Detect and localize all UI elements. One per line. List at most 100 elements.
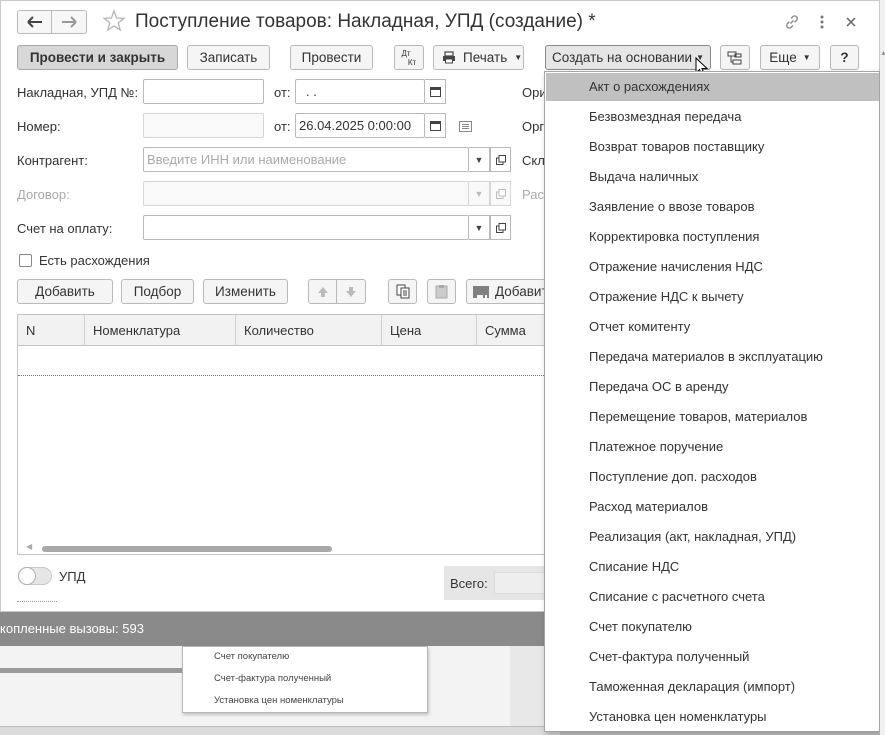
copy-button[interactable] bbox=[388, 279, 417, 304]
upd-toggle[interactable] bbox=[18, 567, 52, 585]
background-list: Счет покупателю Счет-фактура полученный … bbox=[182, 646, 428, 713]
comment-row-hint bbox=[17, 601, 57, 603]
menu-item[interactable]: Корректировка поступления bbox=[546, 223, 879, 251]
copy-icon bbox=[396, 284, 409, 299]
structure-button[interactable] bbox=[720, 45, 750, 70]
pick-button[interactable]: Подбор bbox=[121, 279, 194, 304]
close-icon bbox=[846, 17, 856, 27]
menu-item[interactable]: Списание НДС bbox=[546, 553, 879, 581]
menu-item[interactable]: Реализация (акт, накладная, УПД) bbox=[546, 523, 879, 551]
chevron-down-icon: ▼ bbox=[474, 154, 484, 165]
menu-item[interactable]: Перемещение товаров, материалов bbox=[546, 403, 879, 431]
forward-button[interactable] bbox=[52, 10, 87, 34]
print-button[interactable]: Печать ▼ bbox=[433, 45, 524, 70]
chevron-down-icon: ▼ bbox=[474, 188, 484, 199]
change-button[interactable]: Изменить bbox=[203, 279, 288, 304]
column-header-nomenclature[interactable]: Номенклатура bbox=[85, 315, 236, 346]
menu-item[interactable]: Расход материалов bbox=[546, 493, 879, 521]
barcode-icon bbox=[473, 285, 489, 298]
document-date-input[interactable]: 26.04.2025 0:00:00 bbox=[295, 113, 425, 138]
help-label: ? bbox=[840, 50, 849, 65]
dt-kt-button[interactable]: Дт Кт bbox=[394, 45, 424, 70]
menu-item[interactable]: Счет-фактура полученный bbox=[546, 643, 879, 671]
menu-item[interactable]: Установка цен номенклатуры bbox=[546, 703, 879, 731]
add-by-barcode-label: Добавит bbox=[495, 284, 548, 299]
menu-item[interactable]: Возврат товаров поставщику bbox=[546, 133, 879, 161]
more-button[interactable]: Еще ▼ bbox=[760, 45, 820, 70]
change-label: Изменить bbox=[215, 284, 276, 299]
paste-icon bbox=[435, 285, 447, 299]
move-down-button[interactable] bbox=[337, 279, 366, 304]
payment-invoice-input[interactable] bbox=[143, 215, 469, 240]
favorite-button[interactable] bbox=[102, 9, 126, 33]
save-button[interactable]: Записать bbox=[187, 45, 270, 70]
background-list-item: Установка цен номенклатуры bbox=[214, 695, 344, 706]
menu-item[interactable]: Таможенная декларация (импорт) bbox=[546, 673, 879, 701]
add-by-barcode-button[interactable]: Добавит bbox=[466, 279, 551, 304]
post-label: Провести bbox=[301, 50, 362, 65]
counterparty-open-button[interactable] bbox=[490, 147, 511, 172]
table-header: N Номенклатура Количество Цена Сумма bbox=[18, 315, 546, 346]
page-vertical-scrollbar[interactable]: ▲ bbox=[880, 0, 885, 735]
comment-icon bbox=[459, 121, 472, 132]
scroll-left-icon[interactable]: ◀ bbox=[26, 542, 32, 551]
menu-item[interactable]: Счет покупателю bbox=[546, 613, 879, 641]
contract-input bbox=[143, 181, 469, 206]
move-up-button[interactable] bbox=[308, 279, 337, 304]
comment-button[interactable] bbox=[459, 120, 472, 135]
invoice-date-input[interactable]: . . bbox=[295, 79, 425, 104]
paste-button[interactable] bbox=[427, 279, 456, 304]
table-scroll-thumb[interactable] bbox=[42, 546, 332, 552]
post-button[interactable]: Провести bbox=[290, 45, 373, 70]
more-actions-button[interactable] bbox=[812, 12, 832, 32]
menu-item[interactable]: Передача ОС в аренду bbox=[546, 373, 879, 401]
print-label: Печать bbox=[463, 50, 508, 65]
counterparty-label: Контрагент: bbox=[17, 153, 88, 168]
back-button[interactable] bbox=[17, 10, 52, 34]
goods-table: N Номенклатура Количество Цена Сумма ◀ bbox=[17, 314, 547, 555]
menu-item[interactable]: Заявление о ввозе товаров bbox=[546, 193, 879, 221]
menu-item[interactable]: Платежное поручение bbox=[546, 433, 879, 461]
link-icon bbox=[786, 15, 798, 29]
background-bottom-bar bbox=[0, 726, 560, 735]
column-header-n[interactable]: N bbox=[18, 315, 85, 346]
menu-item[interactable]: Поступление доп. расходов bbox=[546, 463, 879, 491]
table-row[interactable] bbox=[18, 346, 546, 376]
post-and-close-button[interactable]: Провести и закрыть bbox=[17, 45, 178, 70]
menu-item[interactable]: Отчет комитенту bbox=[546, 313, 879, 341]
pick-label: Подбор bbox=[133, 284, 182, 299]
calendar-icon bbox=[429, 87, 441, 97]
counterparty-input[interactable]: Введите ИНН или наименование bbox=[143, 147, 469, 172]
menu-item[interactable]: Безвозмездная передача bbox=[546, 103, 879, 131]
right-column-label-1: Ори bbox=[522, 85, 547, 100]
create-based-on-button[interactable]: Создать на основании ▼ bbox=[545, 45, 711, 70]
menu-item[interactable]: Отражение начисления НДС bbox=[546, 253, 879, 281]
counterparty-dropdown-button[interactable]: ▼ bbox=[469, 147, 490, 172]
discrepancy-checkbox[interactable] bbox=[19, 254, 32, 267]
column-header-price[interactable]: Цена bbox=[382, 315, 477, 346]
arrow-right-icon bbox=[62, 16, 77, 28]
menu-item[interactable]: Выдача наличных bbox=[546, 163, 879, 191]
help-button[interactable]: ? bbox=[830, 45, 859, 70]
column-header-sum[interactable]: Сумма bbox=[477, 315, 546, 346]
kt-label: Кт bbox=[407, 57, 417, 67]
menu-item[interactable]: Передача материалов в эксплуатацию bbox=[546, 343, 879, 371]
number-label: Номер: bbox=[17, 119, 61, 134]
menu-item[interactable]: Списание с расчетного счета bbox=[546, 583, 879, 611]
add-row-button[interactable]: Добавить bbox=[17, 279, 113, 304]
calendar-icon bbox=[429, 121, 441, 131]
invoice-number-label: Накладная, УПД №: bbox=[17, 85, 139, 100]
calendar-button[interactable] bbox=[425, 113, 446, 138]
menu-item[interactable]: Акт о расхождениях bbox=[546, 73, 879, 101]
column-header-quantity[interactable]: Количество bbox=[236, 315, 382, 346]
close-button[interactable] bbox=[841, 12, 861, 32]
invoice-number-input[interactable] bbox=[143, 79, 264, 104]
add-row-label: Добавить bbox=[35, 284, 95, 299]
link-button[interactable] bbox=[782, 12, 802, 32]
calendar-button[interactable] bbox=[425, 79, 446, 104]
scroll-up-icon[interactable]: ▲ bbox=[880, 50, 885, 57]
payment-invoice-dropdown-button[interactable]: ▼ bbox=[469, 215, 490, 240]
menu-item[interactable]: Отражение НДС к вычету bbox=[546, 283, 879, 311]
payment-invoice-open-button[interactable] bbox=[490, 215, 511, 240]
arrow-left-icon bbox=[26, 16, 42, 28]
